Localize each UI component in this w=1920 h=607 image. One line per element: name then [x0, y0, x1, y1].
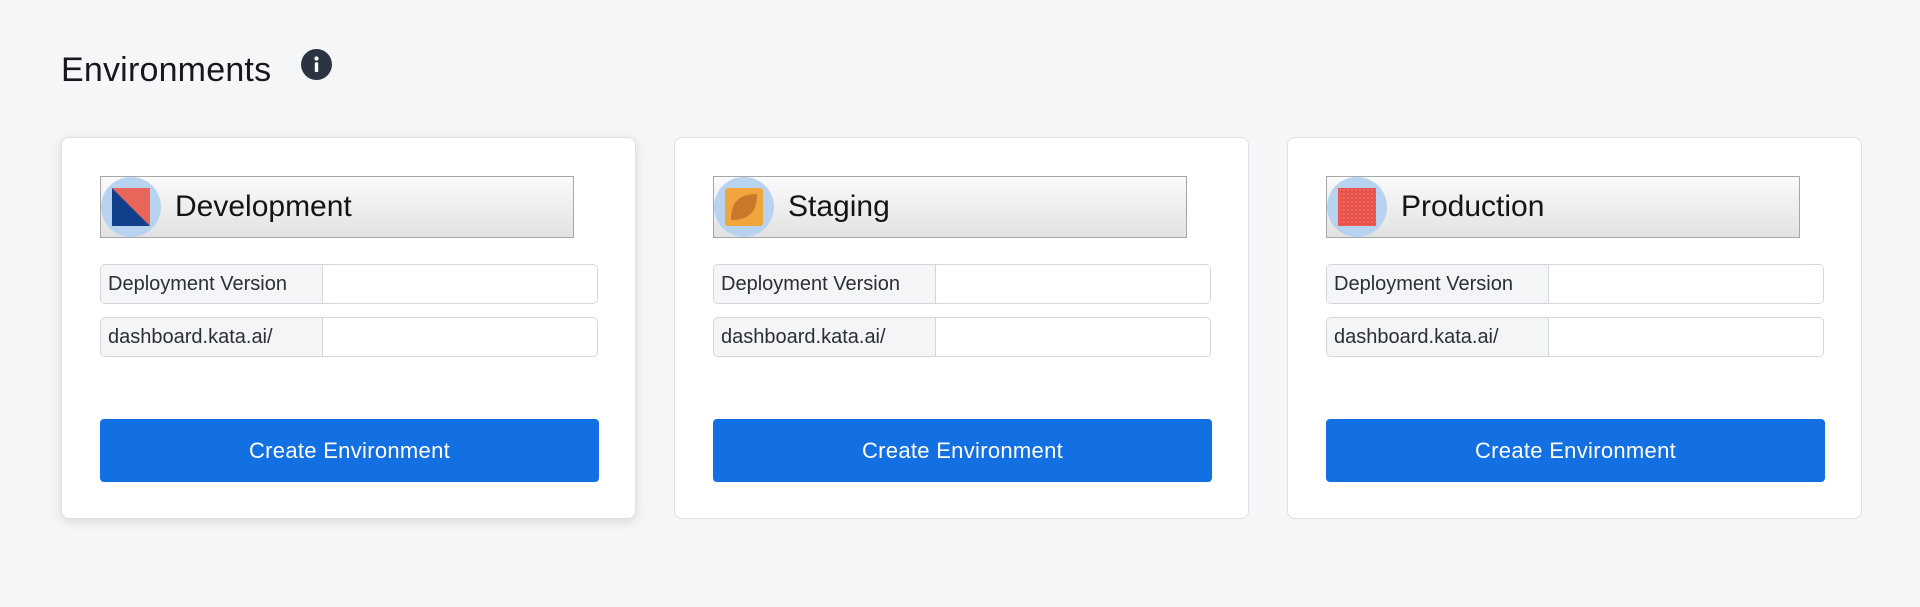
field-label: dashboard.kata.ai/ [101, 318, 323, 356]
dashboard-url-field: dashboard.kata.ai/ [1326, 317, 1824, 357]
field-label: dashboard.kata.ai/ [1327, 318, 1549, 356]
field-label: dashboard.kata.ai/ [714, 318, 936, 356]
dashboard-url-input[interactable] [1549, 318, 1823, 356]
environment-name: Staging [788, 190, 890, 223]
dashboard-url-input[interactable] [936, 318, 1210, 356]
create-environment-button[interactable]: Create Environment [100, 419, 599, 482]
environment-card-staging[interactable]: Staging Deployment Version dashboard.kat… [674, 137, 1249, 519]
deployment-version-field: Deployment Version [100, 264, 598, 304]
dashboard-url-field: dashboard.kata.ai/ [713, 317, 1211, 357]
environment-name: Production [1401, 190, 1545, 223]
page-header: Environments [61, 46, 333, 94]
staging-logo-icon [714, 177, 774, 237]
dashboard-url-field: dashboard.kata.ai/ [100, 317, 598, 357]
deployment-version-input[interactable] [323, 265, 597, 303]
deployment-version-input[interactable] [1549, 265, 1823, 303]
production-logo-icon [1327, 177, 1387, 237]
environment-card-development[interactable]: Development Deployment Version dashboard… [61, 137, 636, 519]
create-environment-button[interactable]: Create Environment [1326, 419, 1825, 482]
development-logo-icon [101, 177, 161, 237]
deployment-version-field: Deployment Version [1326, 264, 1824, 304]
field-label: Deployment Version [1327, 265, 1549, 303]
environment-name: Development [175, 190, 352, 223]
deployment-version-input[interactable] [936, 265, 1210, 303]
environment-card-production[interactable]: Production Deployment Version dashboard.… [1287, 137, 1862, 519]
environment-header: Production [1326, 176, 1800, 238]
info-glyph [314, 55, 319, 72]
info-icon[interactable] [301, 48, 333, 80]
deployment-version-field: Deployment Version [713, 264, 1211, 304]
field-label: Deployment Version [714, 265, 936, 303]
create-environment-button[interactable]: Create Environment [713, 419, 1212, 482]
page-title: Environments [61, 50, 272, 89]
environment-cards: Development Deployment Version dashboard… [61, 137, 1862, 519]
environment-header: Development [100, 176, 574, 238]
environment-header: Staging [713, 176, 1187, 238]
dashboard-url-input[interactable] [323, 318, 597, 356]
field-label: Deployment Version [101, 265, 323, 303]
